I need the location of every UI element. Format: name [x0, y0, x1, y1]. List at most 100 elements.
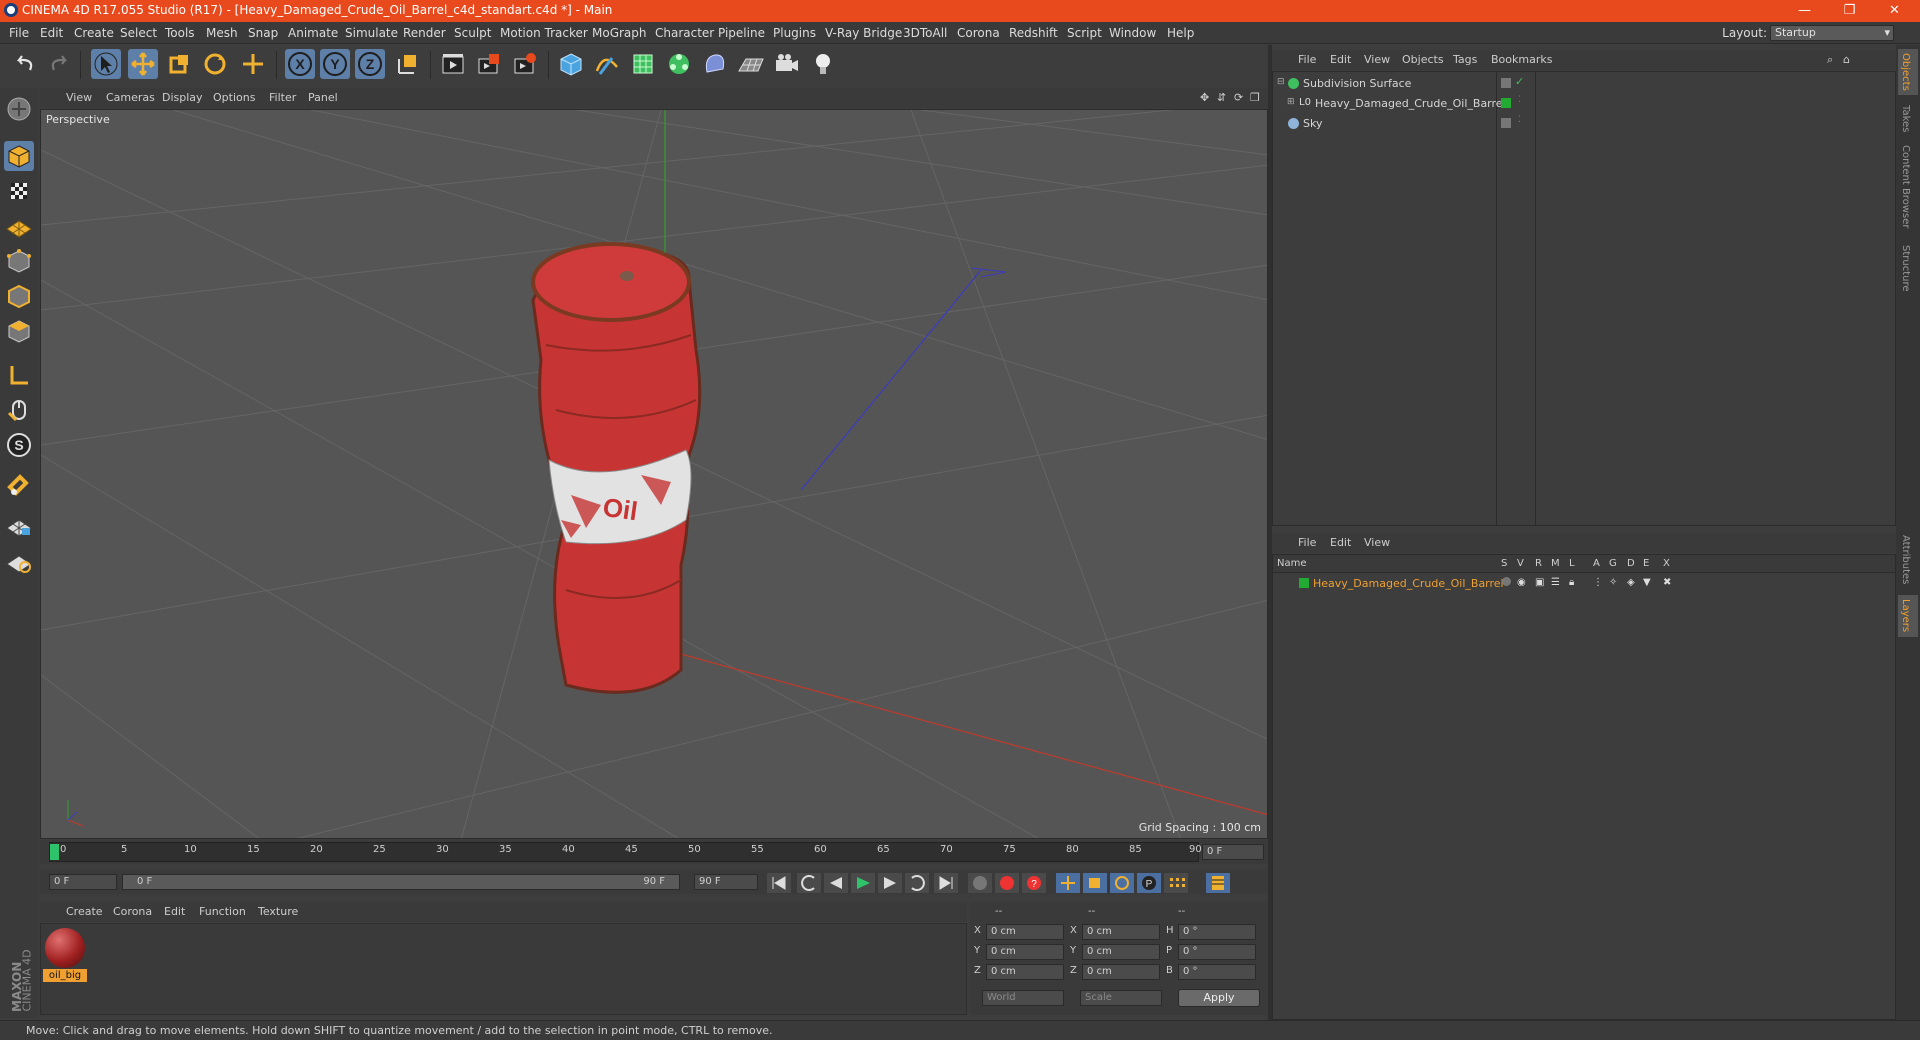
tab-content-browser[interactable]: Content Browser	[1900, 145, 1911, 228]
visibility-dots-icon[interactable]: ⁚	[1518, 95, 1521, 105]
cloner-button[interactable]	[664, 49, 694, 79]
rotate-tool[interactable]	[200, 49, 230, 79]
col-name[interactable]: Name	[1277, 558, 1307, 569]
cube-object-button[interactable]	[556, 49, 586, 79]
size-mode-select[interactable]: Scale	[1080, 990, 1162, 1006]
model-mode-button[interactable]	[4, 141, 34, 171]
viewport-zoom-icon[interactable]: ⇵	[1217, 91, 1226, 104]
subdivision-surface-button[interactable]	[628, 49, 658, 79]
material-menu-texture[interactable]: Texture	[258, 905, 298, 918]
timeline-window-button[interactable]	[1206, 873, 1230, 893]
autokey-button[interactable]	[995, 873, 1019, 893]
home-icon[interactable]: ⌂	[1843, 53, 1850, 66]
render-settings-button[interactable]	[510, 49, 540, 79]
redo-button[interactable]	[44, 49, 74, 79]
layer-solo-toggle[interactable]	[1502, 577, 1511, 586]
material-menu-function[interactable]: Function	[199, 905, 246, 918]
menu-animate[interactable]: Animate	[288, 26, 338, 40]
menu-render[interactable]: Render	[403, 26, 446, 40]
viewport-pan-icon[interactable]: ✥	[1200, 91, 1209, 104]
size-x-field[interactable]: 0 cm	[1082, 924, 1160, 940]
key-scale-button[interactable]	[1083, 873, 1107, 893]
menu-sculpt[interactable]: Sculpt	[454, 26, 491, 40]
layer-lock-icon[interactable]: 🔒︎	[1569, 577, 1574, 588]
recent-tool[interactable]	[238, 49, 268, 79]
expand-toggle-icon[interactable]: ⊞	[1287, 97, 1295, 107]
menu-3dtoall[interactable]: 3DToAll	[903, 26, 947, 40]
make-editable-button[interactable]	[4, 94, 34, 124]
menu-script[interactable]: Script	[1067, 26, 1102, 40]
position-y-field[interactable]: 0 cm	[986, 944, 1064, 960]
object-menu-edit[interactable]: Edit	[1330, 53, 1351, 66]
polygons-mode-button[interactable]	[4, 316, 34, 346]
object-row-barrel[interactable]: ⊞ L0 Heavy_Damaged_Crude_Oil_Barrel ⁚	[1273, 94, 1895, 114]
previous-key-button[interactable]	[797, 873, 821, 893]
sky-layer-icon[interactable]	[1501, 118, 1511, 128]
position-z-field[interactable]: 0 cm	[986, 964, 1064, 980]
floor-scene-button[interactable]	[736, 49, 766, 79]
tab-objects[interactable]: Objects	[1900, 53, 1911, 91]
key-rotation-button[interactable]	[1110, 873, 1134, 893]
layer-render-icon[interactable]: ▣	[1535, 577, 1544, 588]
minimize-button[interactable]: —	[1782, 0, 1827, 22]
layer-tag-icon[interactable]	[1501, 78, 1511, 88]
frame-range-slider[interactable]: 0 F 90 F	[122, 874, 680, 890]
menu-motion-tracker[interactable]: Motion Tracker	[500, 26, 588, 40]
layer-row-barrel[interactable]: Heavy_Damaged_Crude_Oil_Barrel ◉ ▣ ☰ 🔒︎ …	[1273, 574, 1895, 594]
col-render[interactable]: R	[1535, 558, 1542, 569]
close-button[interactable]: ✕	[1872, 0, 1917, 22]
object-row-subdivision[interactable]: ⊟ Subdivision Surface ✓	[1273, 74, 1895, 94]
move-tool[interactable]	[128, 49, 158, 79]
z-axis-lock[interactable]: Z	[355, 49, 385, 79]
tab-structure[interactable]: Structure	[1900, 245, 1911, 292]
menu-create[interactable]: Create	[74, 26, 114, 40]
menu-edit[interactable]: Edit	[40, 26, 63, 40]
viewport-menu-filter[interactable]: Filter	[269, 91, 296, 104]
size-y-field[interactable]: 0 cm	[1082, 944, 1160, 960]
layer-generators-icon[interactable]: ✧	[1609, 577, 1617, 588]
menu-select[interactable]: Select	[120, 26, 157, 40]
key-position-button[interactable]	[1056, 873, 1080, 893]
edges-mode-button[interactable]	[4, 281, 34, 311]
col-deformers[interactable]: D	[1627, 558, 1635, 569]
menu-tools[interactable]: Tools	[165, 26, 195, 40]
col-view[interactable]: V	[1517, 558, 1524, 569]
col-expressions[interactable]: E	[1643, 558, 1649, 569]
material-swatch[interactable]: oil_big	[43, 926, 87, 982]
viewport-menu-panel[interactable]: Panel	[308, 91, 338, 104]
layer-menu-file[interactable]: File	[1298, 536, 1316, 549]
playhead[interactable]	[50, 844, 59, 860]
menu-file[interactable]: File	[9, 26, 29, 40]
rotation-b-field[interactable]: 0 °	[1178, 964, 1256, 980]
col-xref[interactable]: X	[1663, 558, 1670, 569]
menu-help[interactable]: Help	[1167, 26, 1194, 40]
viewport-menu-cameras[interactable]: Cameras	[106, 91, 155, 104]
select-arrow-tool[interactable]	[91, 49, 121, 79]
menu-snap[interactable]: Snap	[248, 26, 278, 40]
menu-plugins[interactable]: Plugins	[773, 26, 816, 40]
menu-window[interactable]: Window	[1109, 26, 1156, 40]
workplane-lock-button[interactable]	[4, 510, 34, 540]
size-z-field[interactable]: 0 cm	[1082, 964, 1160, 980]
material-menu-create[interactable]: Create	[66, 905, 103, 918]
menu-mesh[interactable]: Mesh	[206, 26, 238, 40]
layer-menu-view[interactable]: View	[1364, 536, 1390, 549]
current-frame-field[interactable]: 0 F	[1202, 844, 1264, 860]
timeline-ruler[interactable]: 0 5 10 15 20 25 30 35 40 45 50 55 60 65 …	[40, 840, 1268, 864]
viewport-menu-options[interactable]: Options	[213, 91, 255, 104]
layer-menu-edit[interactable]: Edit	[1330, 536, 1351, 549]
spline-pen-button[interactable]	[592, 49, 622, 79]
snap-magnet-button[interactable]	[4, 471, 34, 501]
maximize-button[interactable]: ❐	[1827, 0, 1872, 22]
object-menu-objects[interactable]: Objects	[1402, 53, 1444, 66]
col-manager[interactable]: M	[1551, 558, 1560, 569]
layer-color-swatch[interactable]	[1299, 578, 1309, 588]
go-to-end-button[interactable]	[934, 873, 958, 893]
play-button[interactable]	[851, 873, 875, 893]
tab-attributes[interactable]: Attributes	[1900, 535, 1911, 584]
tweak-mode-button[interactable]	[4, 395, 34, 425]
go-to-start-button[interactable]	[767, 873, 791, 893]
apply-button[interactable]: Apply	[1178, 989, 1260, 1007]
render-view-button[interactable]	[438, 49, 468, 79]
workplane-mode-button[interactable]	[4, 211, 34, 241]
